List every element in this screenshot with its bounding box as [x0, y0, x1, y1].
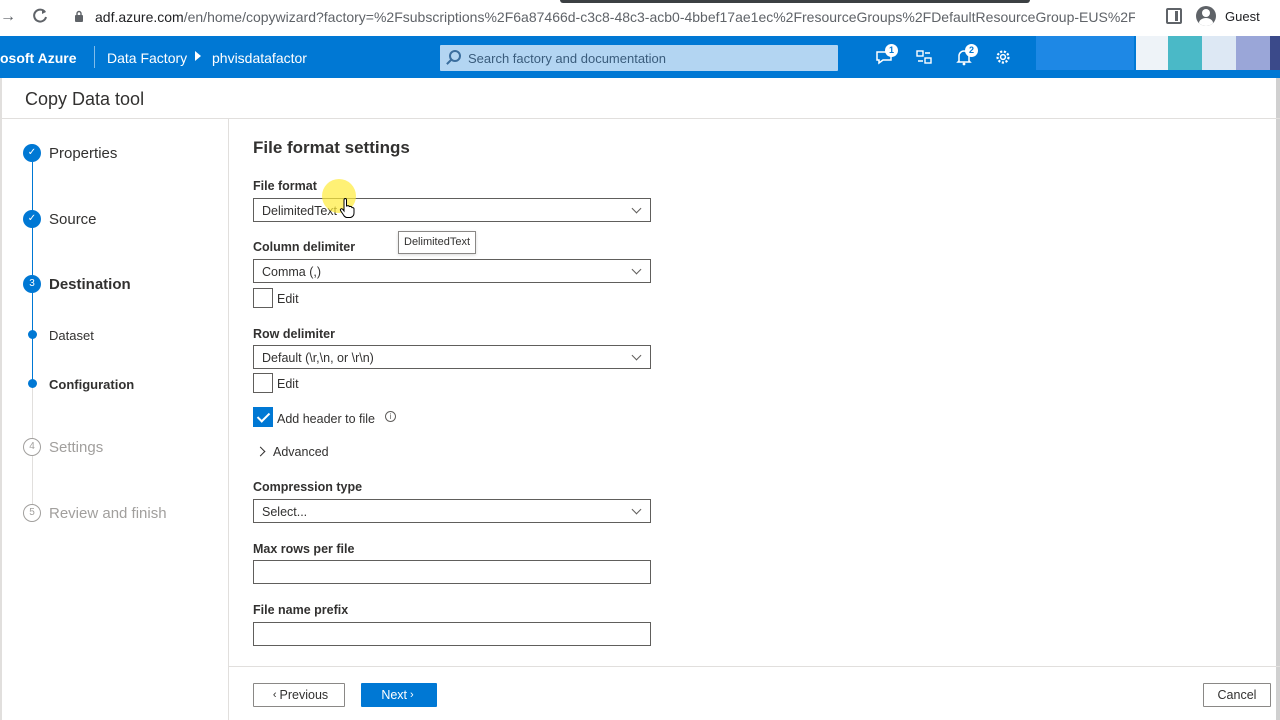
url-path: /en/home/copywizard?factory=%2Fsubscript…: [183, 9, 1135, 25]
footer-divider: [229, 666, 1280, 667]
account-area[interactable]: [1036, 36, 1280, 78]
compression-type-dropdown[interactable]: Select...: [253, 499, 651, 523]
breadcrumb-data-factory[interactable]: Data Factory: [107, 50, 187, 66]
account-tile: [1270, 36, 1280, 70]
brand-label[interactable]: osoft Azure: [0, 50, 76, 66]
switch-directory-icon[interactable]: [915, 48, 933, 66]
tooltip: DelimitedText: [398, 231, 477, 254]
breadcrumb-caret-icon: [195, 51, 201, 61]
address-bar[interactable]: adf.azure.com/en/home/copywizard?factory…: [95, 9, 1135, 25]
reload-icon[interactable]: [30, 6, 50, 26]
cancel-label: Cancel: [1217, 688, 1257, 702]
compression-type-label: Compression type: [253, 480, 363, 494]
profile-avatar-icon[interactable]: [1196, 6, 1216, 26]
chevron-down-icon: [631, 504, 642, 515]
file-format-dropdown[interactable]: DelimitedText: [253, 198, 651, 222]
step-properties[interactable]: Properties: [49, 145, 117, 162]
step-check-icon: ✓: [23, 144, 41, 162]
feedback-badge: 1: [885, 44, 898, 57]
header-divider: [94, 46, 95, 68]
chevron-right-icon[interactable]: [255, 446, 266, 457]
step-number-4: 4: [23, 438, 41, 456]
row-delimiter-dropdown[interactable]: Default (\r,\n, or \r\n): [253, 345, 651, 369]
row-delimiter-label: Row delimiter: [253, 327, 335, 341]
advanced-toggle[interactable]: Advanced: [273, 445, 329, 459]
cancel-button[interactable]: Cancel: [1203, 683, 1271, 707]
settings-gear-icon[interactable]: [994, 48, 1012, 66]
divider: [0, 118, 1280, 119]
next-label: Next: [381, 688, 408, 702]
chevron-down-icon: [631, 350, 642, 361]
section-title: File format settings: [253, 138, 410, 157]
info-icon[interactable]: i: [385, 411, 396, 422]
step-number-5: 5: [23, 504, 41, 522]
substep-dataset[interactable]: Dataset: [49, 328, 94, 343]
azure-header: osoft Azure Data Factory phvisdatafactor…: [0, 36, 1280, 78]
step-number-3: 3: [23, 275, 41, 293]
sidebar-divider: [228, 119, 229, 720]
row-delimiter-edit-checkbox[interactable]: [253, 373, 273, 393]
account-tile: [1036, 36, 1134, 70]
account-tile: [1136, 36, 1168, 70]
add-header-label[interactable]: Add header to file: [277, 412, 375, 426]
substep-configuration[interactable]: Configuration: [49, 377, 134, 392]
chevron-down-icon: [631, 203, 642, 214]
left-edge: [0, 78, 2, 720]
search-box[interactable]: [440, 45, 838, 71]
hand-cursor-icon: [339, 198, 355, 218]
column-delimiter-edit-checkbox[interactable]: [253, 288, 273, 308]
step-settings: Settings: [49, 439, 104, 456]
next-button[interactable]: Next ›: [361, 683, 437, 707]
step-connector: [32, 162, 33, 384]
account-tile: [1202, 36, 1236, 70]
max-rows-label: Max rows per file: [253, 542, 355, 556]
tab-search-icon[interactable]: [1166, 8, 1182, 24]
file-name-prefix-input[interactable]: [253, 622, 651, 646]
chevron-down-icon: [631, 264, 642, 275]
column-delimiter-dropdown[interactable]: Comma (,): [253, 259, 651, 283]
window-edge: [560, 0, 1030, 3]
previous-button[interactable]: ‹ Previous: [253, 683, 345, 707]
account-tile: [1236, 36, 1270, 70]
profile-label[interactable]: Guest: [1225, 9, 1260, 24]
substep-dot: [28, 330, 37, 339]
row-delimiter-value: Default (\r,\n, or \r\n): [262, 351, 374, 365]
browser-toolbar: → adf.azure.com/en/home/copywizard?facto…: [0, 0, 1280, 36]
substep-dot: [28, 379, 37, 388]
previous-label: Previous: [279, 688, 329, 702]
scrollbar[interactable]: [1276, 78, 1280, 720]
step-source[interactable]: Source: [49, 211, 97, 228]
row-delimiter-edit-label[interactable]: Edit: [277, 377, 299, 391]
page-title: Copy Data tool: [25, 89, 145, 109]
column-delimiter-value: Comma (,): [262, 265, 322, 279]
forward-arrow-icon[interactable]: →: [0, 8, 16, 26]
file-format-label: File format: [253, 179, 317, 193]
step-check-icon: ✓: [23, 210, 41, 228]
column-delimiter-edit-label[interactable]: Edit: [277, 292, 299, 306]
add-header-checkbox[interactable]: [253, 407, 273, 427]
step-review-and-finish: Review and finish: [49, 505, 167, 522]
lock-icon[interactable]: [74, 10, 84, 22]
compression-type-value: Select...: [262, 505, 308, 519]
chevron-right-icon: ›: [410, 689, 414, 701]
account-tile: [1168, 36, 1202, 70]
column-delimiter-label: Column delimiter: [253, 240, 356, 254]
notifications-badge: 2: [965, 44, 978, 57]
search-input[interactable]: [468, 49, 828, 67]
max-rows-input[interactable]: [253, 560, 651, 584]
breadcrumb-factory-name[interactable]: phvisdatafactor: [212, 50, 307, 66]
url-host: adf.azure.com: [95, 9, 184, 25]
file-name-prefix-label: File name prefix: [253, 603, 349, 617]
search-icon: [449, 50, 461, 62]
step-destination[interactable]: Destination: [49, 276, 131, 293]
chevron-left-icon: ‹: [272, 689, 277, 701]
